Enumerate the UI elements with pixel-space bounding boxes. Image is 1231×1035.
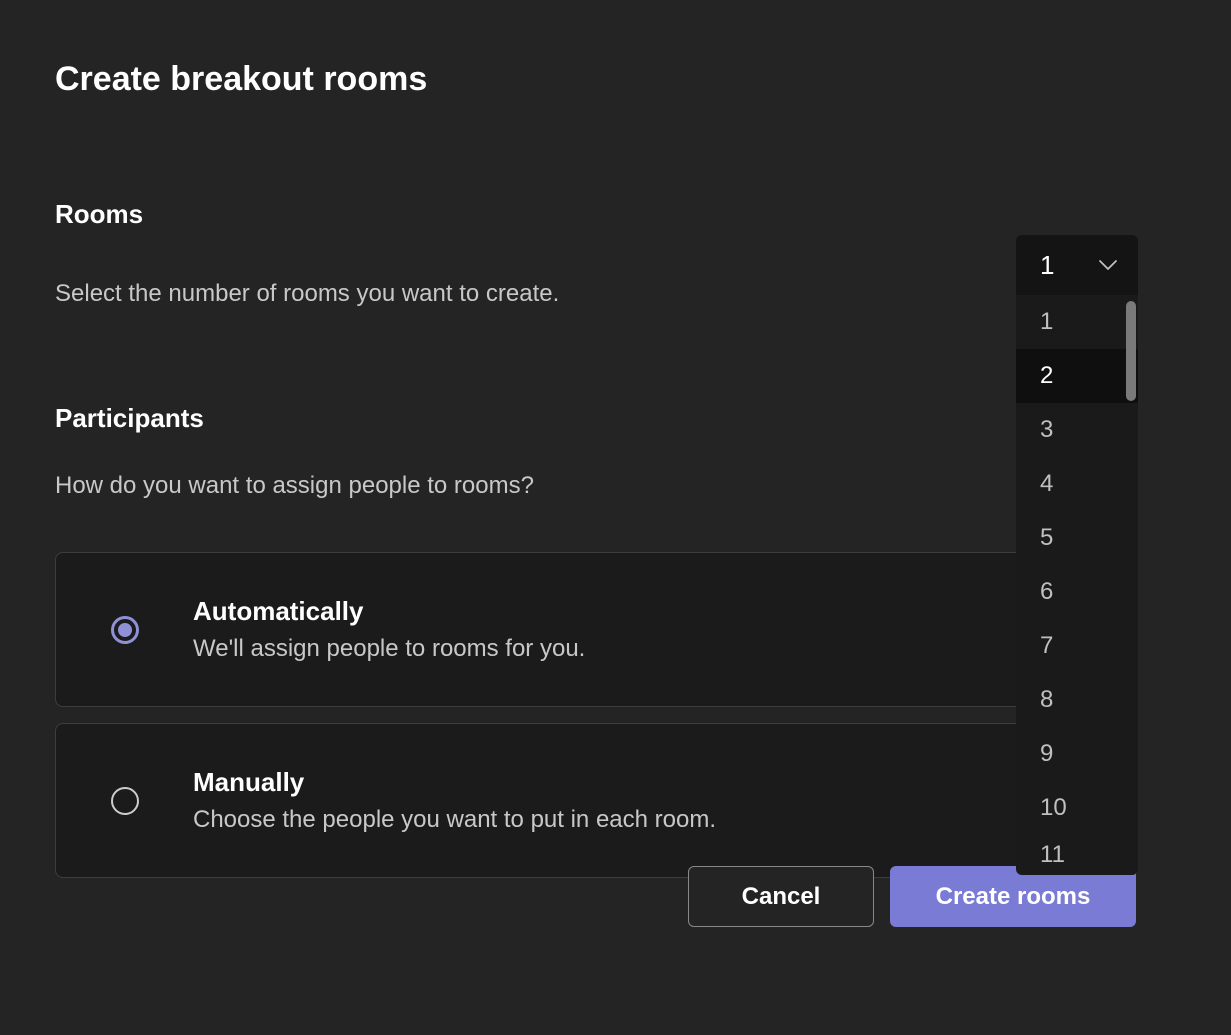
room-count-select[interactable]: 1 <box>1016 235 1138 295</box>
dialog-title: Create breakout rooms <box>55 60 1176 99</box>
dropdown-option-7[interactable]: 7 <box>1016 619 1138 673</box>
option-title: Automatically <box>193 596 585 627</box>
rooms-heading: Rooms <box>55 199 1176 230</box>
participants-heading: Participants <box>55 403 1176 434</box>
dropdown-option-2[interactable]: 2 <box>1016 349 1138 403</box>
rooms-description: Select the number of rooms you want to c… <box>55 280 1176 308</box>
radio-selected-icon <box>111 616 139 644</box>
dropdown-scrollbar[interactable] <box>1126 301 1136 401</box>
radio-unselected-icon <box>111 787 139 815</box>
dropdown-option-9[interactable]: 9 <box>1016 727 1138 781</box>
chevron-down-icon <box>1098 259 1118 271</box>
assign-manually-option[interactable]: Manually Choose the people you want to p… <box>55 723 1137 878</box>
participants-section: Participants How do you want to assign p… <box>55 403 1176 878</box>
dropdown-option-1[interactable]: 1 <box>1016 295 1138 349</box>
dropdown-selected-value: 1 <box>1040 250 1054 281</box>
participants-description: How do you want to assign people to room… <box>55 472 1176 500</box>
assign-automatically-option[interactable]: Automatically We'll assign people to roo… <box>55 552 1137 707</box>
cancel-button[interactable]: Cancel <box>688 866 874 927</box>
dropdown-option-3[interactable]: 3 <box>1016 403 1138 457</box>
room-count-dropdown-list[interactable]: 1 2 3 4 5 6 7 8 9 10 11 <box>1016 295 1138 875</box>
dropdown-option-4[interactable]: 4 <box>1016 457 1138 511</box>
dropdown-option-5[interactable]: 5 <box>1016 511 1138 565</box>
dropdown-option-10[interactable]: 10 <box>1016 781 1138 835</box>
create-rooms-button[interactable]: Create rooms <box>890 866 1136 927</box>
dialog-footer: Cancel Create rooms <box>688 866 1136 927</box>
option-subtitle: We'll assign people to rooms for you. <box>193 635 585 663</box>
dropdown-option-8[interactable]: 8 <box>1016 673 1138 727</box>
room-count-dropdown: 1 1 2 3 4 5 6 7 8 9 10 11 <box>1016 235 1138 875</box>
dropdown-option-6[interactable]: 6 <box>1016 565 1138 619</box>
option-subtitle: Choose the people you want to put in eac… <box>193 806 716 834</box>
option-title: Manually <box>193 767 716 798</box>
dropdown-option-11[interactable]: 11 <box>1016 835 1138 875</box>
rooms-section: Rooms Select the number of rooms you wan… <box>55 199 1176 308</box>
